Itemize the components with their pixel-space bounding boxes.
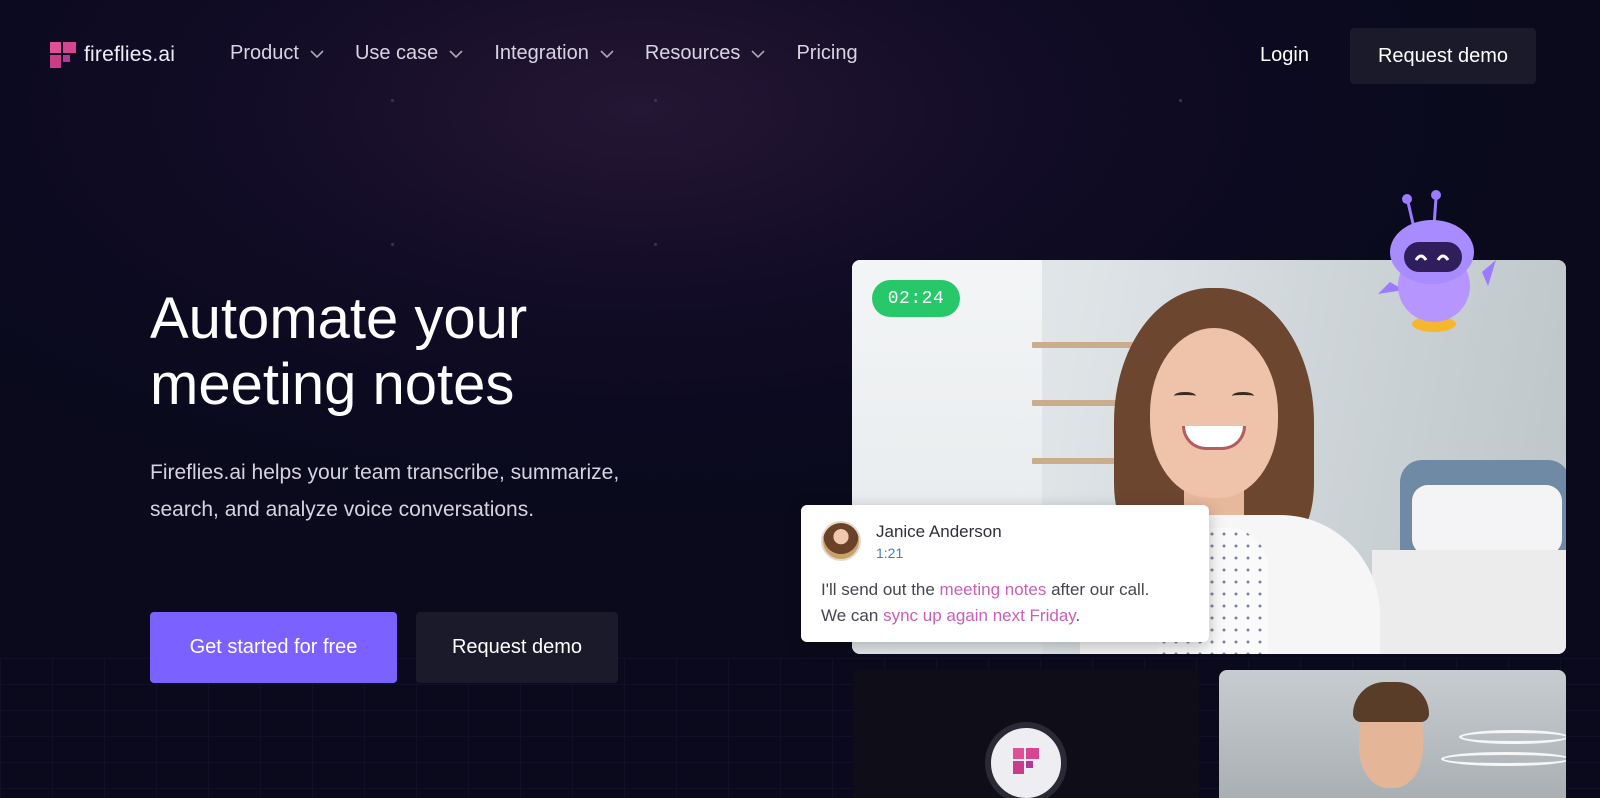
transcript-card: Janice Anderson 1:21 I'll send out the m… <box>801 505 1209 642</box>
background-dot <box>391 99 394 102</box>
speaker-eye <box>1174 392 1196 400</box>
chevron-down-icon <box>449 49 463 58</box>
participant-tile-video <box>1219 670 1566 798</box>
nav-item-label: Use case <box>354 42 439 64</box>
background-sheet <box>1372 550 1566 654</box>
background-dot <box>654 99 657 102</box>
top-navigation: fireflies.ai Product Use case Integratio… <box>0 28 1600 84</box>
fireflies-logo-icon <box>1013 748 1039 774</box>
nav-item-use-case[interactable]: Use case <box>355 42 464 65</box>
meeting-timer: 02:24 <box>872 280 960 317</box>
nav-item-label: Resources <box>644 42 741 64</box>
highlighted-phrase: sync up again next Friday <box>883 606 1076 625</box>
get-started-button[interactable]: Get started for free <box>150 612 397 683</box>
speaker-name: Janice Anderson <box>876 522 1002 541</box>
transcript-text: I'll send out the meeting notes after ou… <box>821 577 1201 629</box>
hero-headline: Automate your meeting notes <box>150 286 670 418</box>
nav-request-demo-button[interactable]: Request demo <box>1350 28 1536 84</box>
robot-mascot-icon <box>1378 190 1496 332</box>
transcript-timestamp-link[interactable]: 1:21 <box>876 545 903 561</box>
transcript-fragment: . <box>1075 606 1081 625</box>
headline-line: Automate your <box>150 286 528 351</box>
background-pillow <box>1412 485 1562 555</box>
transcript-fragment: I'll send out the <box>821 580 940 599</box>
nav-item-pricing[interactable]: Pricing <box>796 42 857 65</box>
participant-tile-bot <box>853 670 1199 798</box>
hero-request-demo-button[interactable]: Request demo <box>416 612 618 683</box>
nav-item-label: Integration <box>494 42 589 64</box>
nav-item-label: Product <box>230 42 299 64</box>
subheading-line: Fireflies.ai helps your team transcribe,… <box>150 461 620 484</box>
nav-item-product[interactable]: Product <box>230 42 325 65</box>
subheading-line: search, and analyze voice conversations. <box>150 498 535 521</box>
nav-item-resources[interactable]: Resources <box>645 42 767 65</box>
fireflies-bot-avatar <box>985 722 1067 798</box>
background-lamp <box>1459 730 1566 744</box>
avatar <box>821 521 861 561</box>
highlighted-phrase: meeting notes <box>939 580 1047 599</box>
main-menu: Product Use case Integration Resources P… <box>230 42 858 65</box>
speaker-face <box>1150 328 1278 498</box>
brand-name: fireflies.ai <box>84 43 176 66</box>
background-dot <box>654 243 657 246</box>
nav-item-label: Pricing <box>796 42 858 64</box>
transcript-fragment: after our call. <box>1046 580 1150 599</box>
fireflies-logo-icon <box>50 42 76 68</box>
hero-subheading: Fireflies.ai helps your team transcribe,… <box>150 454 710 528</box>
headline-line: meeting notes <box>150 352 515 417</box>
background-dot <box>1179 99 1182 102</box>
nav-item-integration[interactable]: Integration <box>494 42 615 65</box>
chevron-down-icon <box>310 49 324 58</box>
background-dot <box>391 243 394 246</box>
login-link[interactable]: Login <box>1260 44 1309 67</box>
background-shelf <box>1032 342 1142 348</box>
background-lamp <box>1441 752 1566 766</box>
transcript-fragment: We can <box>821 606 884 625</box>
chevron-down-icon <box>751 49 766 58</box>
chevron-down-icon <box>600 49 614 58</box>
participant-hair <box>1353 682 1429 722</box>
speaker-eye <box>1232 392 1254 400</box>
brand-logo-link[interactable]: fireflies.ai <box>50 42 175 68</box>
